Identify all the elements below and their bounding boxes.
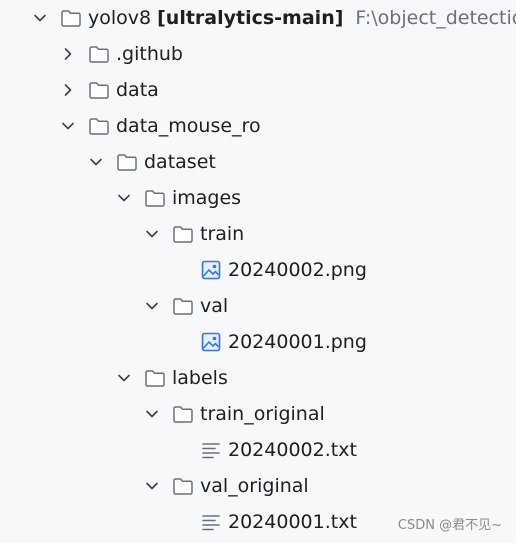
chevron-down-icon[interactable]: [116, 190, 132, 206]
text-file-icon: [200, 512, 222, 532]
tree-folder-train[interactable]: train: [0, 216, 516, 252]
chevron-down-icon[interactable]: [144, 478, 160, 494]
chevron-down-icon[interactable]: [32, 10, 48, 26]
tree-item-label: yolov8: [88, 7, 152, 29]
tree-folder-labels[interactable]: labels: [0, 360, 516, 396]
image-file-icon: [200, 260, 222, 280]
tree-folder-data-mouse-ro[interactable]: data_mouse_ro: [0, 108, 516, 144]
tree-file-20240002-png[interactable]: 20240002.png: [0, 252, 516, 288]
tree-folder-github[interactable]: .github: [0, 36, 516, 72]
tree-item-label: 20240002.txt: [228, 439, 357, 461]
tree-folder-dataset[interactable]: dataset: [0, 144, 516, 180]
chevron-down-icon[interactable]: [116, 370, 132, 386]
tree-folder-data[interactable]: data: [0, 72, 516, 108]
tree-item-label: train: [200, 223, 245, 245]
chevron-down-icon[interactable]: [88, 154, 104, 170]
tree-item-label: data_mouse_ro: [116, 115, 261, 137]
folder-icon: [172, 296, 194, 316]
folder-icon: [88, 44, 110, 64]
tree-item-label: labels: [172, 367, 228, 389]
tree-item-label: dataset: [144, 151, 216, 173]
folder-icon: [172, 224, 194, 244]
project-path: F:\object_detection\yo: [355, 7, 516, 29]
chevron-right-icon[interactable]: [60, 46, 76, 62]
tree-item-label: images: [172, 187, 242, 209]
folder-icon: [144, 188, 166, 208]
tree-file-20240001-png[interactable]: 20240001.png: [0, 324, 516, 360]
tree-item-label: 20240001.png: [228, 331, 367, 353]
tree-item-label: 20240002.png: [228, 259, 367, 281]
tree-folder-train-original[interactable]: train_original: [0, 396, 516, 432]
watermark: CSDN @君不见~: [397, 518, 502, 533]
tree-item-label: val: [200, 295, 229, 317]
tree-item-label: data: [116, 79, 159, 101]
folder-icon: [60, 8, 82, 28]
chevron-down-icon[interactable]: [144, 406, 160, 422]
tree-folder-val[interactable]: val: [0, 288, 516, 324]
tree-file-20240002-txt[interactable]: 20240002.txt: [0, 432, 516, 468]
folder-icon: [172, 404, 194, 424]
folder-icon: [88, 80, 110, 100]
folder-icon: [88, 116, 110, 136]
chevron-down-icon[interactable]: [144, 298, 160, 314]
image-file-icon: [200, 332, 222, 352]
tree-folder-images[interactable]: images: [0, 180, 516, 216]
tree-folder-yolov8[interactable]: yolov8 [ultralytics-main] F:\object_detect…: [0, 0, 516, 36]
folder-icon: [144, 368, 166, 388]
folder-icon: [116, 152, 138, 172]
chevron-down-icon[interactable]: [60, 118, 76, 134]
text-file-icon: [200, 440, 222, 460]
folder-icon: [172, 476, 194, 496]
chevron-right-icon[interactable]: [60, 82, 76, 98]
tree-item-label: 20240001.txt: [228, 511, 357, 533]
tree-folder-val-original[interactable]: val_original: [0, 468, 516, 504]
tree-item-label: .github: [116, 43, 183, 65]
chevron-down-icon[interactable]: [144, 226, 160, 242]
project-module-name: [ultralytics-main]: [157, 7, 344, 29]
project-tree: yolov8 [ultralytics-main] F:\object_detect…: [0, 0, 516, 543]
tree-item-label: val_original: [200, 475, 309, 497]
tree-item-label: train_original: [200, 403, 325, 425]
